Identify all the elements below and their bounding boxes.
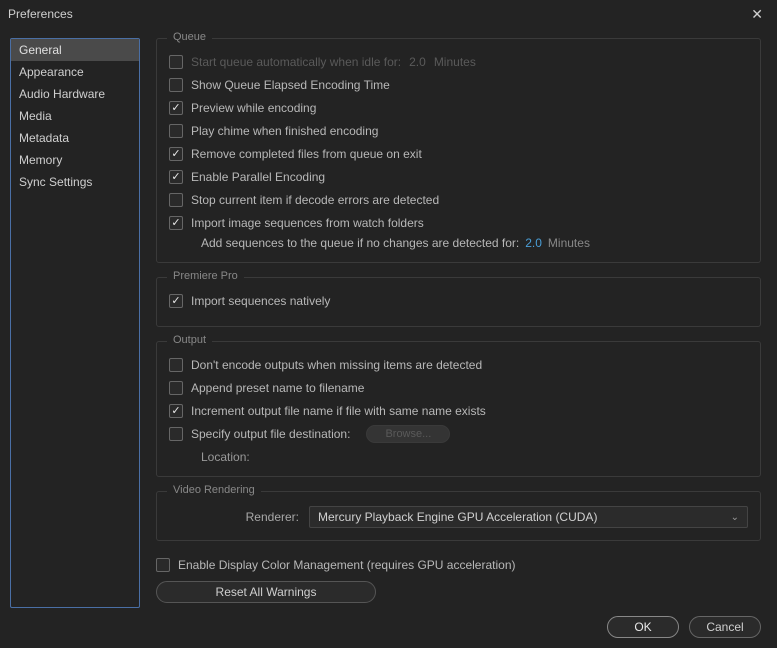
label-start-auto[interactable]: Start queue automatically when idle for:	[191, 55, 401, 69]
sidebar-item-memory[interactable]: Memory	[11, 149, 139, 171]
window-title: Preferences	[8, 7, 73, 21]
label-color-mgmt[interactable]: Enable Display Color Management (require…	[178, 558, 516, 572]
sidebar-item-label: Media	[19, 109, 52, 123]
checkbox-parallel[interactable]	[169, 170, 183, 184]
browse-button: Browse...	[366, 425, 450, 443]
checkbox-show-elapsed[interactable]	[169, 78, 183, 92]
location-label: Location:	[201, 450, 250, 464]
checkbox-specify-dest[interactable]	[169, 427, 183, 441]
value-start-auto[interactable]: 2.0	[409, 55, 426, 69]
group-output: Output Don't encode outputs when missing…	[156, 341, 761, 477]
group-title: Output	[167, 334, 212, 346]
sidebar-item-label: Memory	[19, 153, 62, 167]
footer: OK Cancel	[607, 616, 761, 638]
label-import-native[interactable]: Import sequences natively	[191, 294, 330, 308]
unit-add-seq: Minutes	[548, 236, 590, 250]
sidebar-item-audio-hardware[interactable]: Audio Hardware	[11, 83, 139, 105]
label-preview[interactable]: Preview while encoding	[191, 101, 316, 115]
group-queue: Queue Start queue automatically when idl…	[156, 38, 761, 263]
group-title: Queue	[167, 31, 212, 43]
label-increment[interactable]: Increment output file name if file with …	[191, 404, 486, 418]
sidebar-item-appearance[interactable]: Appearance	[11, 61, 139, 83]
checkbox-stop-decode-err[interactable]	[169, 193, 183, 207]
sidebar-item-media[interactable]: Media	[11, 105, 139, 127]
checkbox-import-native[interactable]	[169, 294, 183, 308]
checkbox-color-mgmt[interactable]	[156, 558, 170, 572]
label-specify-dest[interactable]: Specify output file destination:	[191, 427, 350, 441]
sidebar-item-metadata[interactable]: Metadata	[11, 127, 139, 149]
renderer-select[interactable]: Mercury Playback Engine GPU Acceleration…	[309, 506, 748, 528]
close-icon[interactable]: ✕	[745, 4, 769, 25]
renderer-label: Renderer:	[169, 510, 299, 524]
label-append-preset[interactable]: Append preset name to filename	[191, 381, 364, 395]
checkbox-remove-completed[interactable]	[169, 147, 183, 161]
sidebar-item-label: Audio Hardware	[19, 87, 105, 101]
group-title: Video Rendering	[167, 484, 261, 496]
sidebar-item-general[interactable]: General	[11, 39, 139, 61]
reset-warnings-button[interactable]: Reset All Warnings	[156, 581, 376, 603]
label-stop-decode-err[interactable]: Stop current item if decode errors are d…	[191, 193, 439, 207]
sidebar-item-label: Appearance	[19, 65, 84, 79]
checkbox-start-auto[interactable]	[169, 55, 183, 69]
label-chime[interactable]: Play chime when finished encoding	[191, 124, 378, 138]
sidebar: General Appearance Audio Hardware Media …	[10, 38, 140, 608]
checkbox-increment[interactable]	[169, 404, 183, 418]
checkbox-import-watch[interactable]	[169, 216, 183, 230]
titlebar: Preferences ✕	[0, 0, 777, 28]
checkbox-chime[interactable]	[169, 124, 183, 138]
renderer-value: Mercury Playback Engine GPU Acceleration…	[318, 510, 597, 524]
checkbox-dont-encode-missing[interactable]	[169, 358, 183, 372]
cancel-button[interactable]: Cancel	[689, 616, 761, 638]
checkbox-append-preset[interactable]	[169, 381, 183, 395]
label-show-elapsed[interactable]: Show Queue Elapsed Encoding Time	[191, 78, 390, 92]
label-parallel[interactable]: Enable Parallel Encoding	[191, 170, 325, 184]
checkbox-preview[interactable]	[169, 101, 183, 115]
chevron-down-icon: ⌄	[731, 512, 739, 523]
label-add-seq: Add sequences to the queue if no changes…	[201, 236, 519, 250]
unit-start-auto: Minutes	[434, 55, 476, 69]
sidebar-item-label: Metadata	[19, 131, 69, 145]
value-add-seq[interactable]: 2.0	[525, 236, 542, 250]
group-premiere: Premiere Pro Import sequences natively	[156, 277, 761, 327]
main-panel: Queue Start queue automatically when idl…	[156, 38, 767, 608]
group-title: Premiere Pro	[167, 270, 244, 282]
sidebar-item-label: Sync Settings	[19, 175, 92, 189]
ok-button[interactable]: OK	[607, 616, 679, 638]
label-import-watch[interactable]: Import image sequences from watch folder…	[191, 216, 424, 230]
group-video-rendering: Video Rendering Renderer: Mercury Playba…	[156, 491, 761, 541]
label-dont-encode-missing[interactable]: Don't encode outputs when missing items …	[191, 358, 482, 372]
label-remove-completed[interactable]: Remove completed files from queue on exi…	[191, 147, 422, 161]
sidebar-item-label: General	[19, 43, 62, 57]
sidebar-item-sync-settings[interactable]: Sync Settings	[11, 171, 139, 193]
